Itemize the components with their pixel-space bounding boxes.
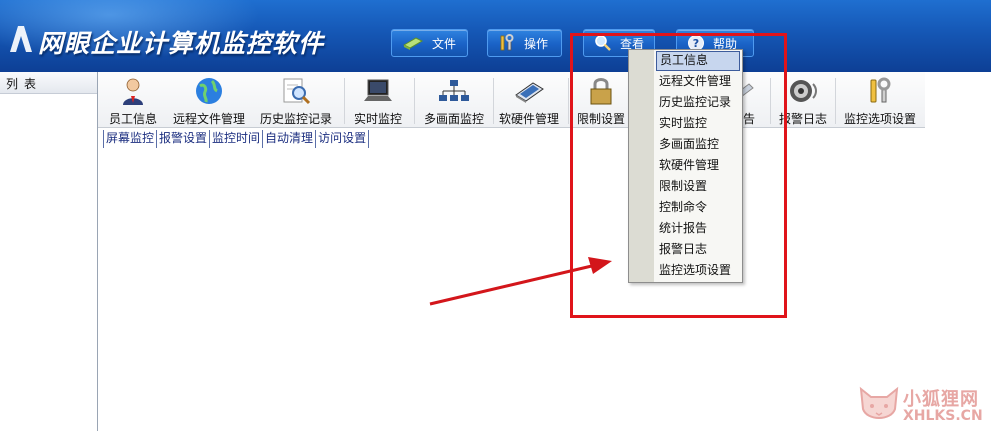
toolbar-history[interactable]: 历史监控记录 [254, 72, 338, 128]
toolbar-remote-file[interactable]: 远程文件管理 [170, 72, 248, 128]
history-search-icon [280, 76, 312, 106]
employee-icon [117, 76, 149, 106]
laptop-icon [362, 76, 394, 106]
left-panel-header: 列表 [0, 72, 97, 94]
fox-logo-icon [859, 386, 899, 419]
toolbar-label: 远程文件管理 [172, 112, 245, 126]
sub-link-bar: 屏幕监控 报警设置 监控时间 自动清理 访问设置 [103, 130, 370, 148]
globe-icon [193, 76, 225, 106]
operate-menu-label: 操作 [524, 36, 549, 51]
operate-menu-button[interactable]: 操作 [487, 29, 562, 57]
link-alarm-settings[interactable]: 报警设置 [156, 130, 209, 148]
toolbar-options[interactable]: 监控选项设置 [838, 72, 922, 128]
annotation-highlight-box [570, 33, 787, 318]
file-menu-label: 文件 [432, 36, 457, 51]
toolbar-label: 历史监控记录 [259, 112, 332, 126]
toolbar-label: 员工信息 [108, 112, 157, 126]
toolbar-label: 软硬件管理 [498, 112, 559, 126]
watermark: 小狐狸网 XHLKS.CN [855, 379, 991, 431]
toolbar-separator [344, 78, 345, 124]
toolbar-label: 监控选项设置 [843, 112, 916, 126]
watermark-subtext: XHLKS.CN [903, 408, 983, 424]
file-menu-button[interactable]: 文件 [391, 29, 468, 57]
toolbar-separator [835, 78, 836, 124]
toolbar-separator [568, 78, 569, 124]
link-access-settings[interactable]: 访问设置 [315, 130, 370, 148]
toolbar-label: 多画面监控 [423, 112, 484, 126]
link-auto-cleanup[interactable]: 自动清理 [262, 130, 315, 148]
toolbar-separator [493, 78, 494, 124]
file-icon [402, 37, 424, 50]
network-icon [438, 76, 470, 106]
toolbar-label: 实时监控 [353, 112, 402, 126]
speaker-icon [787, 76, 819, 106]
left-list-panel: 列表 [0, 72, 98, 431]
link-screen-monitor[interactable]: 屏幕监控 [103, 130, 156, 148]
toolbar-employee-info[interactable]: 员工信息 [104, 72, 162, 128]
link-monitor-time[interactable]: 监控时间 [209, 130, 262, 148]
app-title: 网眼企业计算机监控软件 [38, 29, 325, 58]
tools-icon [500, 34, 514, 51]
toolbar-realtime[interactable]: 实时监控 [348, 72, 408, 128]
hardware-icon [513, 76, 545, 106]
main-toolbar: 员工信息 远程文件管理 历史监控记录 实时监控 多画面监控 软硬件管理 限制设置… [98, 72, 925, 128]
title-banner: 网眼企业计算机监控软件 文件 操作 查看 ? 帮助 [0, 0, 991, 72]
toolbar-hardware[interactable]: 软硬件管理 [496, 72, 562, 128]
toolbar-multi-screen[interactable]: 多画面监控 [418, 72, 490, 128]
toolbar-separator [414, 78, 415, 124]
app-logo-icon [10, 26, 32, 52]
options-tools-icon [864, 76, 896, 106]
